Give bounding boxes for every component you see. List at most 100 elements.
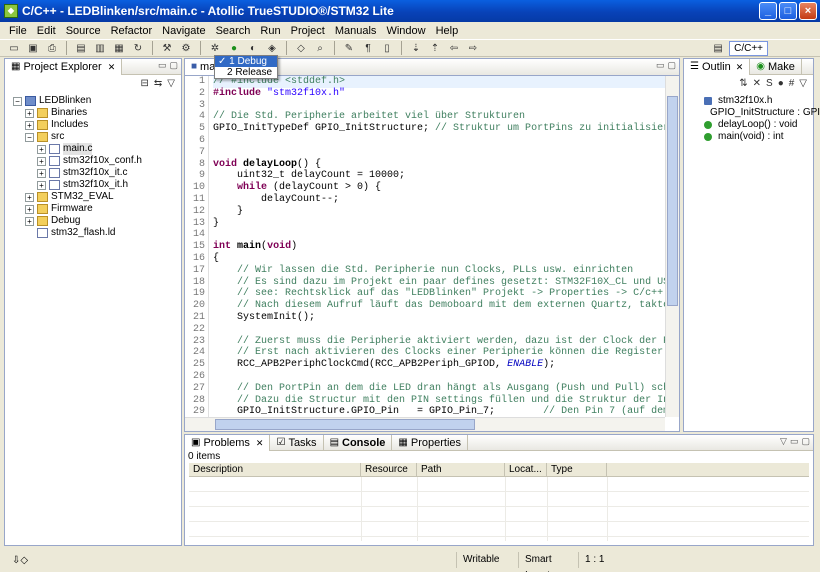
- code-line[interactable]: // Erst nach aktivieren des Clocks einer…: [213, 347, 665, 359]
- tree-node[interactable]: − src: [5, 131, 181, 143]
- build-config-icon[interactable]: ⚙: [178, 41, 194, 55]
- back-icon[interactable]: ⇦: [446, 41, 462, 55]
- expand-toggle-icon[interactable]: +: [37, 156, 46, 166]
- collapse-all-icon[interactable]: ⊟: [141, 78, 149, 89]
- code-line[interactable]: delayCount--;: [213, 194, 665, 206]
- menu-file[interactable]: File: [4, 25, 32, 37]
- code-line[interactable]: {: [213, 253, 665, 265]
- tree-node[interactable]: + STM32_EVAL: [5, 191, 181, 203]
- minimize-view-icon[interactable]: ▭: [158, 60, 167, 71]
- code-line[interactable]: // Die Std. Peripherie arbeitet viel übe…: [213, 111, 665, 123]
- expand-toggle-icon[interactable]: −: [13, 96, 22, 106]
- hide-nonpublic-icon[interactable]: ●: [778, 78, 784, 89]
- code-line[interactable]: // Es sind dazu im Projekt ein paar defi…: [213, 277, 665, 289]
- code-line[interactable]: [213, 229, 665, 241]
- menu-edit[interactable]: Edit: [32, 25, 61, 37]
- expand-toggle-icon[interactable]: +: [37, 180, 46, 190]
- tree-node[interactable]: + Includes: [5, 119, 181, 131]
- forward-icon[interactable]: ⇨: [465, 41, 481, 55]
- build-icon[interactable]: ⚒: [159, 41, 175, 55]
- code-line[interactable]: // Zuerst muss die Peripherie aktiviert …: [213, 336, 665, 348]
- maximize-view-icon[interactable]: ▢: [801, 436, 810, 447]
- menu-project[interactable]: Project: [286, 25, 330, 37]
- close-button[interactable]: ×: [799, 2, 817, 20]
- hide-macro-icon[interactable]: #: [789, 78, 795, 89]
- new-folder-icon[interactable]: ▥: [92, 41, 108, 55]
- code-area[interactable]: 1 2 3 4 5 6 7 8 9 10 11 12 13 14 15 16 17 18 19 20 21 22 23 24 2…: [185, 76, 665, 417]
- editor-horizontal-scrollbar[interactable]: [185, 417, 665, 431]
- code-line[interactable]: }: [213, 206, 665, 218]
- hide-fields-icon[interactable]: ✕: [753, 78, 761, 89]
- expand-toggle-icon[interactable]: +: [25, 204, 34, 214]
- expand-toggle-icon[interactable]: +: [25, 216, 34, 226]
- code-line[interactable]: // Den PortPin an dem die LED dran hängt…: [213, 383, 665, 395]
- tree-node[interactable]: stm32_flash.ld: [5, 227, 181, 239]
- close-tab-icon[interactable]: ✕: [108, 59, 116, 75]
- expand-toggle-icon[interactable]: −: [25, 132, 34, 142]
- code-line[interactable]: GPIO_InitStructure.GPIO_Pin = GPIO_Pin_7…: [213, 406, 665, 417]
- prev-annotation-icon[interactable]: ⇡: [427, 41, 443, 55]
- code-line[interactable]: [213, 324, 665, 336]
- menu-source[interactable]: Source: [61, 25, 106, 37]
- maximize-editor-icon[interactable]: ▢: [667, 60, 676, 71]
- code-line[interactable]: [213, 371, 665, 383]
- refresh-icon[interactable]: ↻: [130, 41, 146, 55]
- menu-manuals[interactable]: Manuals: [330, 25, 382, 37]
- expand-toggle-icon[interactable]: +: [25, 120, 34, 130]
- print-icon[interactable]: ⎙: [44, 41, 60, 55]
- debug-icon[interactable]: ✲: [207, 41, 223, 55]
- tree-node[interactable]: + Debug: [5, 215, 181, 227]
- open-perspective-icon[interactable]: ▤: [710, 41, 726, 55]
- tab-outline[interactable]: ☰ Outlin ✕: [684, 58, 751, 75]
- link-editor-icon[interactable]: ⇆: [154, 78, 162, 89]
- code-line[interactable]: uint32_t delayCount = 10000;: [213, 170, 665, 182]
- outline-item[interactable]: delayLoop() : void: [684, 119, 813, 131]
- minimize-button[interactable]: _: [759, 2, 777, 20]
- expand-toggle-icon[interactable]: +: [25, 192, 34, 202]
- view-menu-icon[interactable]: ▽: [780, 436, 787, 447]
- maximize-view-icon[interactable]: ▢: [169, 60, 178, 71]
- menu-refactor[interactable]: Refactor: [106, 25, 158, 37]
- save-icon[interactable]: ▣: [25, 41, 41, 55]
- search-icon[interactable]: ⌕: [312, 41, 328, 55]
- maximize-button[interactable]: □: [779, 2, 797, 20]
- menu-help[interactable]: Help: [431, 25, 464, 37]
- code-line[interactable]: // Nach diesem Aufruf läuft das Demoboar…: [213, 300, 665, 312]
- code-line[interactable]: int main(void): [213, 241, 665, 253]
- tools-icon[interactable]: ◈: [264, 41, 280, 55]
- code-editor[interactable]: ■ mai ▭ ▢ 1 2 3 4 5 6 7 8 9 10 11 12 13 14 15 16 17 18 19 2…: [184, 58, 680, 432]
- hide-static-icon[interactable]: S: [766, 78, 773, 89]
- new-project-icon[interactable]: ▤: [73, 41, 89, 55]
- perspective-cpp-button[interactable]: C/C++: [729, 40, 768, 56]
- next-annotation-icon[interactable]: ⇣: [408, 41, 424, 55]
- code-line[interactable]: }: [213, 218, 665, 230]
- new-icon[interactable]: ▭: [6, 41, 22, 55]
- tree-node[interactable]: + stm32f10x_it.c: [5, 167, 181, 179]
- tab-console[interactable]: ▤ Console: [324, 434, 393, 451]
- code-line[interactable]: RCC_APB2PeriphClockCmd(RCC_APB2Periph_GP…: [213, 359, 665, 371]
- close-tab-icon[interactable]: ✕: [736, 59, 744, 75]
- expand-toggle-icon[interactable]: +: [37, 144, 46, 154]
- minimize-view-icon[interactable]: ▭: [790, 436, 799, 447]
- tree-node[interactable]: + main.c: [5, 143, 181, 155]
- code-line[interactable]: #include "stm32f10x.h": [213, 88, 665, 100]
- code-line[interactable]: // see: Rechtsklick auf das "LEDBlinken"…: [213, 288, 665, 300]
- menu-run[interactable]: Run: [255, 25, 285, 37]
- column-header[interactable]: Locat...: [505, 463, 547, 476]
- column-header[interactable]: Resource: [361, 463, 417, 476]
- tab-properties[interactable]: ▦ Properties: [392, 434, 469, 451]
- close-tab-icon[interactable]: ✕: [256, 435, 264, 451]
- code-line[interactable]: // Dazu die Structur mit den PIN setting…: [213, 395, 665, 407]
- code-line[interactable]: // #include <stddef.h>: [213, 76, 665, 88]
- column-header[interactable]: Description: [189, 463, 361, 476]
- code-line[interactable]: [213, 135, 665, 147]
- tab-make[interactable]: ◉ Make: [750, 58, 802, 75]
- tree-node[interactable]: − LEDBlinken: [5, 95, 181, 107]
- open-type-icon[interactable]: ◇: [293, 41, 309, 55]
- toggle-highlight-icon[interactable]: ✎: [341, 41, 357, 55]
- column-header[interactable]: Path: [417, 463, 505, 476]
- menu-search[interactable]: Search: [211, 25, 256, 37]
- code-line[interactable]: SystemInit();: [213, 312, 665, 324]
- code-line[interactable]: [213, 147, 665, 159]
- column-header[interactable]: Type: [547, 463, 607, 476]
